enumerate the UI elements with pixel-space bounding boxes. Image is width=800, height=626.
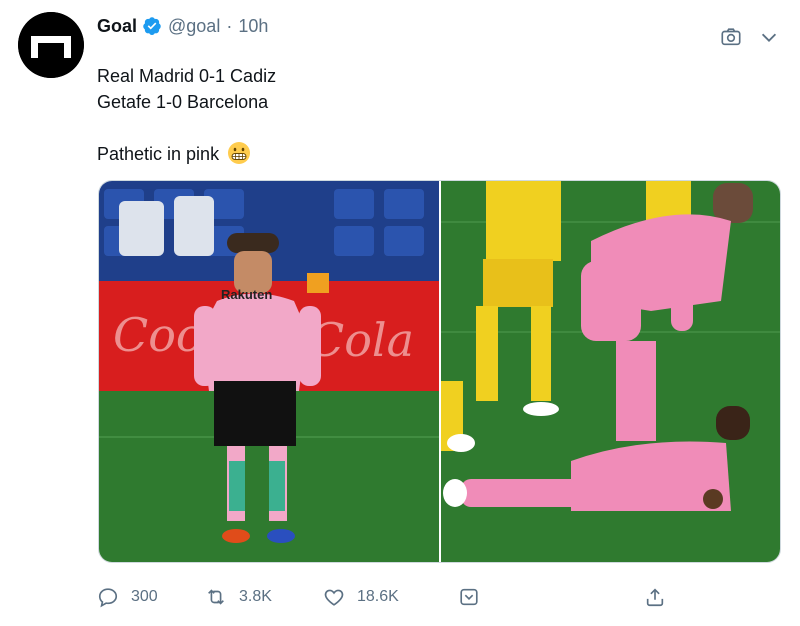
dot-separator: · (226, 15, 233, 36)
retweet-icon (208, 589, 224, 605)
photo-barcelona-player[interactable]: Coca Cola Rakuten (99, 181, 439, 562)
svg-text:Cola: Cola (309, 313, 414, 367)
reply-count: 300 (131, 588, 158, 605)
svg-text:Rakuten: Rakuten (221, 287, 272, 302)
reply-button[interactable]: 300 (97, 586, 158, 608)
tweet-line-text: Pathetic in pink (97, 144, 220, 164)
chevron-down-icon[interactable] (758, 26, 780, 48)
like-count: 18.6K (357, 588, 399, 605)
tweet-line: Pathetic in pink (97, 141, 276, 167)
camera-icon[interactable] (720, 26, 742, 48)
like-button[interactable]: 18.6K (323, 586, 399, 608)
tweet-line: Getafe 1-0 Barcelona (97, 92, 269, 112)
action-bar: 300 3.8K 18.6K (97, 586, 677, 616)
heart-icon (324, 589, 344, 606)
tweet-line-gap (97, 115, 276, 141)
tweet-line: Real Madrid 0-1 Cadiz (97, 66, 277, 86)
tweet-media: Coca Cola Rakuten (98, 180, 781, 563)
tweet-text: Real Madrid 0-1 Cadiz Getafe 1-0 Barcelo… (97, 63, 276, 167)
retweet-button[interactable]: 3.8K (205, 586, 272, 608)
save-icon (460, 588, 478, 606)
goal-logo-icon (18, 12, 84, 78)
tweet-header: Goal @goal · 10h (97, 14, 268, 38)
verified-badge-icon (142, 16, 162, 36)
tweet-timestamp[interactable]: 10h (238, 16, 268, 37)
share-icon (646, 588, 664, 607)
author-name[interactable]: Goal (97, 16, 137, 37)
avatar[interactable] (18, 12, 84, 78)
author-handle[interactable]: @goal (168, 16, 220, 37)
grimacing-face-emoji (227, 141, 251, 165)
photo-real-madrid-players[interactable] (440, 181, 780, 562)
share-button[interactable] (644, 586, 666, 608)
reply-icon (98, 588, 118, 608)
save-button[interactable] (458, 586, 480, 608)
retweet-count: 3.8K (239, 588, 272, 605)
top-actions (720, 26, 780, 48)
